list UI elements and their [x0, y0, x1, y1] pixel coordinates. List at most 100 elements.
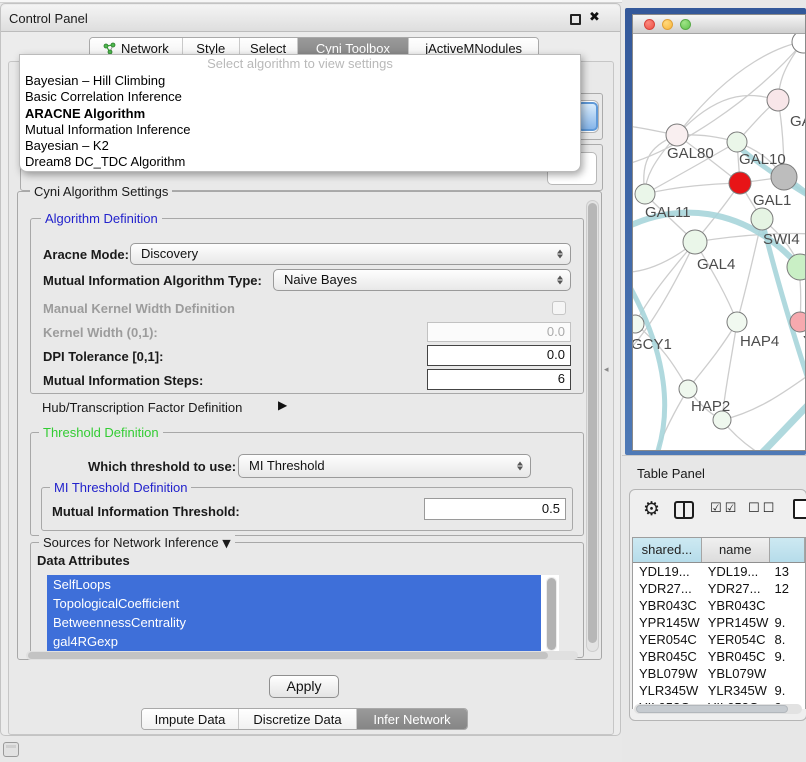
algorithm-option[interactable]: ARACNE Algorithm — [20, 106, 580, 122]
table-cell[interactable]: YER054C — [633, 631, 702, 648]
table-row[interactable]: YER054CYER054C8. — [633, 631, 805, 648]
network-node[interactable] — [683, 230, 707, 254]
algorithm-option[interactable]: Dream8 DC_TDC Algorithm — [20, 154, 580, 170]
data-attribute-item[interactable]: SelfLoops — [47, 575, 541, 594]
network-edge[interactable] — [722, 372, 806, 420]
network-edge[interactable] — [645, 183, 740, 194]
network-edge-thick[interactable] — [633, 278, 665, 451]
network-node[interactable] — [751, 208, 773, 230]
expand-right-icon[interactable]: ▶ — [278, 398, 287, 412]
table-cell[interactable] — [770, 665, 805, 682]
network-node[interactable] — [767, 89, 789, 111]
data-attribute-item[interactable]: TopologicalCoefficient — [47, 594, 541, 613]
table-cell[interactable]: YBL079W — [633, 665, 702, 682]
column-header-partial[interactable] — [770, 538, 805, 562]
table-cell[interactable]: 8. — [770, 631, 805, 648]
network-node[interactable] — [790, 312, 806, 332]
algorithm-option[interactable]: Mutual Information Inference — [20, 122, 580, 138]
network-canvas[interactable]: GALGAL80GAL10GAL1GAL11SWI4GAL4GCY1HAP4YH… — [633, 34, 806, 451]
collapsed-panel-icon[interactable] — [3, 742, 19, 757]
float-window-icon[interactable] — [570, 14, 581, 25]
kernel-width-input[interactable]: 0.0 — [427, 322, 571, 342]
manual-kernel-width-checkbox[interactable] — [552, 301, 566, 315]
table-cell[interactable]: YBL079W — [702, 665, 770, 682]
table-cell[interactable]: YBR045C — [702, 648, 770, 665]
network-edge[interactable] — [695, 242, 737, 322]
data-attribute-item[interactable]: BetweennessCentrality — [47, 613, 541, 632]
network-node[interactable] — [666, 124, 688, 146]
table-cell[interactable]: YER054C — [702, 631, 770, 648]
aracne-mode-combo[interactable]: Discovery — [130, 243, 571, 265]
settings-horizontal-scrollbar[interactable] — [26, 651, 578, 660]
tab-discretize-data[interactable]: Discretize Data — [239, 709, 357, 729]
window-close-button[interactable] — [644, 19, 655, 30]
table-cell[interactable]: YDL19... — [633, 563, 702, 580]
which-threshold-combo[interactable]: MI Threshold — [238, 454, 531, 478]
algorithm-option[interactable]: Bayesian – K2 — [20, 138, 580, 154]
table-cell[interactable]: YBR043C — [702, 597, 770, 614]
table-row[interactable]: YBR045CYBR045C9. — [633, 648, 805, 665]
splitter-collapse-handle[interactable]: ◂ — [604, 365, 609, 375]
function-builder-icon[interactable] — [793, 499, 806, 519]
settings-horizontal-scrollbar-thumb[interactable] — [28, 652, 548, 659]
table-cell[interactable]: 12 — [770, 580, 805, 597]
network-node[interactable] — [635, 184, 655, 204]
network-edge[interactable] — [688, 322, 737, 389]
tab-infer-network[interactable]: Infer Network — [357, 709, 467, 729]
mi-algorithm-type-combo[interactable]: Naive Bayes — [273, 269, 571, 291]
algorithm-option[interactable]: Basic Correlation Inference — [20, 89, 580, 105]
network-node[interactable] — [792, 34, 806, 53]
table-cell[interactable]: YDR27... — [702, 580, 770, 597]
table-row[interactable]: YBL079WYBL079W — [633, 665, 805, 682]
mi-threshold-input[interactable]: 0.5 — [424, 498, 566, 520]
table-row[interactable]: YPR145WYPR145W9. — [633, 614, 805, 631]
network-node[interactable] — [679, 380, 697, 398]
table-cell[interactable] — [770, 597, 805, 614]
network-edge[interactable] — [677, 95, 778, 135]
network-node[interactable] — [727, 312, 747, 332]
column-browser-icon[interactable] — [674, 501, 694, 519]
network-edge[interactable] — [677, 42, 803, 135]
settings-vertical-scrollbar[interactable] — [586, 200, 599, 652]
table-cell[interactable]: YDL19... — [702, 563, 770, 580]
settings-vertical-scrollbar-thumb[interactable] — [588, 203, 597, 643]
close-icon[interactable]: ✖ — [589, 10, 600, 25]
data-attribute-item[interactable]: gal4RGexp — [47, 632, 541, 651]
table-cell[interactable]: 9. — [770, 614, 805, 631]
window-zoom-button[interactable] — [680, 19, 691, 30]
table-cell[interactable]: YBR045C — [633, 648, 702, 665]
table-cell[interactable]: YPR145W — [702, 614, 770, 631]
table-row[interactable]: YBR043CYBR043C — [633, 597, 805, 614]
column-header-shared-name[interactable]: shared... — [633, 538, 702, 562]
apply-button[interactable]: Apply — [269, 675, 339, 698]
hub-definition-label[interactable]: Hub/Transcription Factor Definition — [42, 400, 242, 415]
collapse-down-icon[interactable]: ▼ — [222, 537, 230, 550]
table-horizontal-scrollbar[interactable] — [634, 704, 802, 714]
data-attributes-list[interactable]: SelfLoopsTopologicalCoefficientBetweenne… — [47, 575, 559, 655]
table-cell[interactable]: YPR145W — [633, 614, 702, 631]
deselect-all-icon[interactable]: ☐☐ — [748, 501, 777, 516]
attributes-scrollbar[interactable] — [546, 577, 557, 651]
mi-steps-input[interactable]: 6 — [427, 369, 571, 390]
table-cell[interactable]: YLR345W — [702, 682, 770, 699]
table-cell[interactable]: YDR27... — [633, 580, 702, 597]
table-row[interactable]: YDR27...YDR27...12 — [633, 580, 805, 597]
network-window-titlebar[interactable] — [633, 15, 805, 34]
table-cell[interactable]: 9. — [770, 682, 805, 699]
select-all-checks-icon[interactable]: ☑☑ — [710, 501, 739, 516]
tab-impute-data[interactable]: Impute Data — [142, 709, 239, 729]
window-minimize-button[interactable] — [662, 19, 673, 30]
algorithm-option[interactable]: Bayesian – Hill Climbing — [20, 73, 580, 89]
attributes-scrollbar-thumb[interactable] — [547, 578, 556, 650]
network-node[interactable] — [727, 132, 747, 152]
gear-icon[interactable]: ⚙ — [643, 498, 660, 520]
table-cell[interactable]: YLR345W — [633, 682, 702, 699]
table-cell[interactable]: 9. — [770, 648, 805, 665]
table-horizontal-scrollbar-thumb[interactable] — [636, 705, 788, 713]
dpi-tolerance-input[interactable]: 0.0 — [427, 345, 571, 366]
table-cell[interactable]: 13 — [770, 563, 805, 580]
table-row[interactable]: YDL19...YDL19...13 — [633, 563, 805, 580]
network-node[interactable] — [729, 172, 751, 194]
table-row[interactable]: YLR345WYLR345W9. — [633, 682, 805, 699]
table-cell[interactable]: YBR043C — [633, 597, 702, 614]
